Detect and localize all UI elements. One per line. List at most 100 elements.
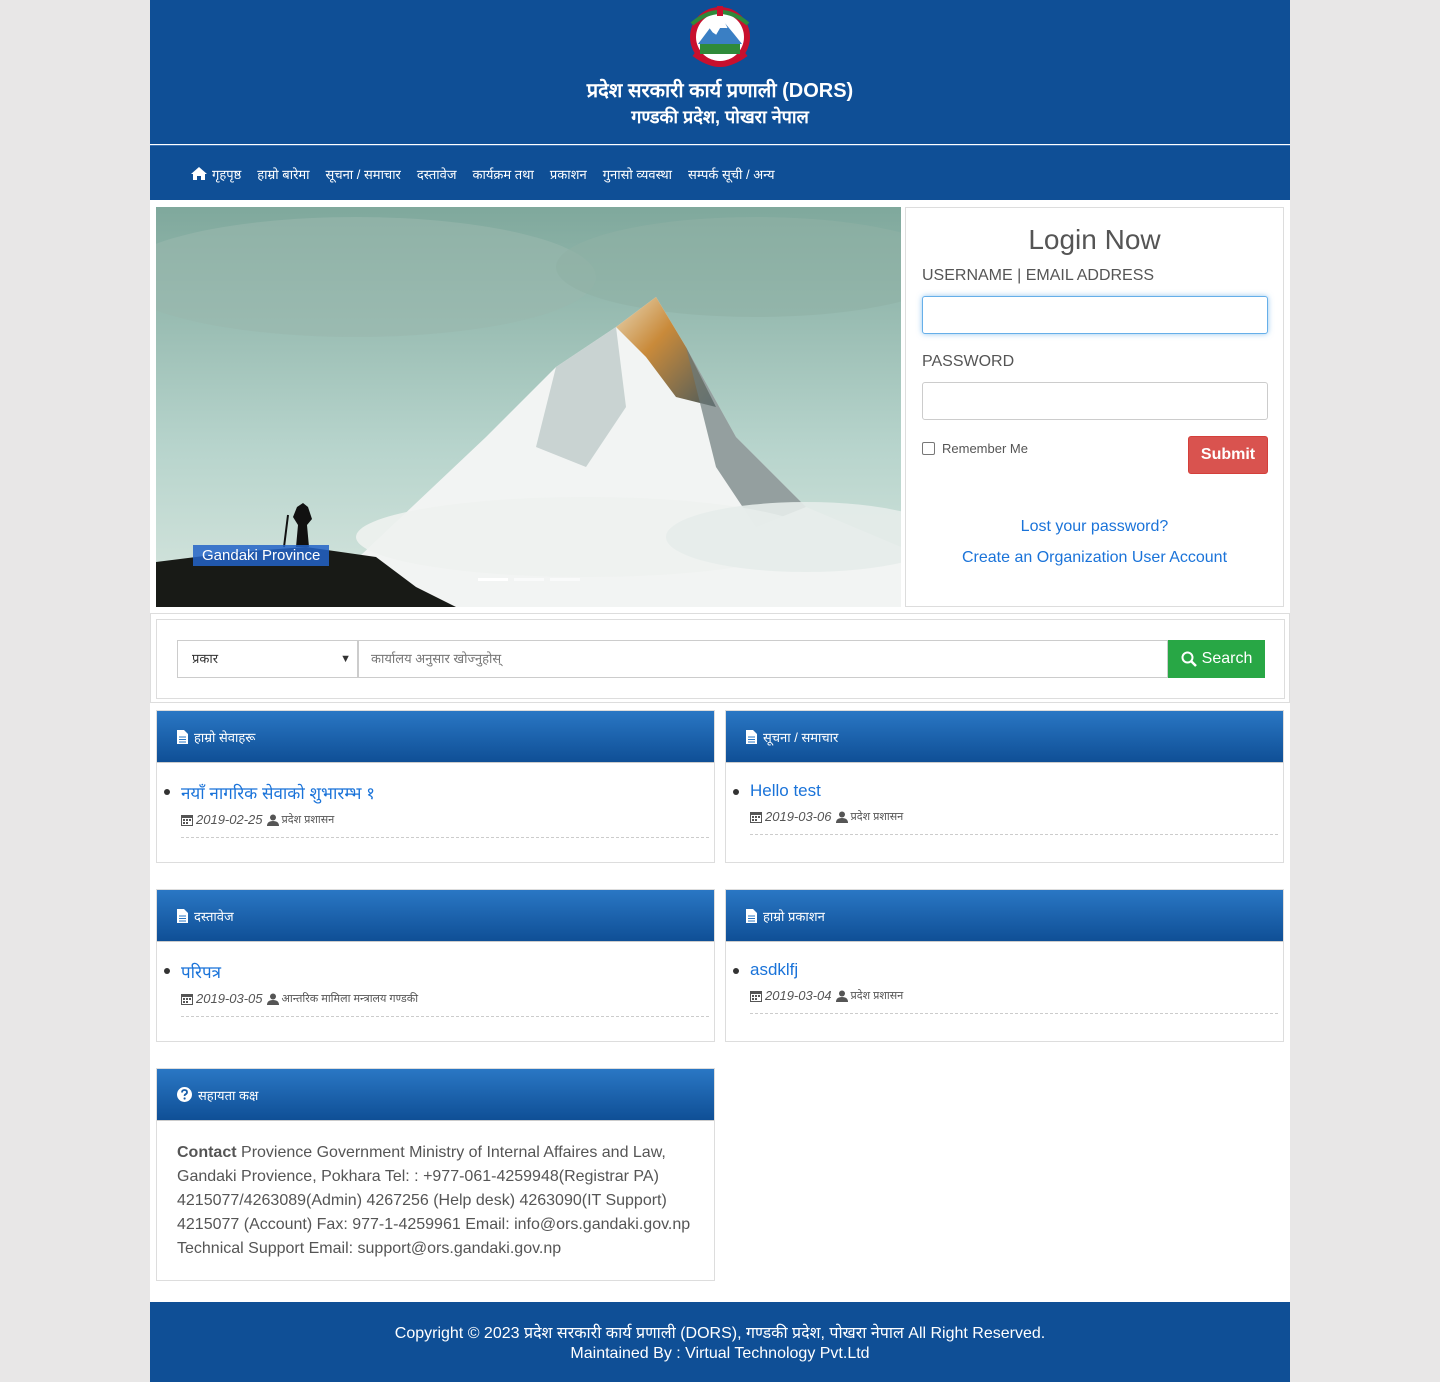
divider [750,1013,1278,1014]
notices-card: सूचना / समाचार Hello test 2019-03-06 प्र… [725,710,1284,863]
username-field[interactable] [922,296,1268,334]
calendar-icon [181,814,193,826]
calendar-icon [750,811,762,823]
username-label: USERNAME | EMAIL ADDRESS [922,267,1155,284]
remember-me-label: Remember Me [942,441,1028,456]
list-item-link[interactable]: परिपत्र [164,960,709,983]
search-panel: प्रकार ▼ कार्यालय अनुसार खोज्नुहोस् Sear… [150,613,1290,703]
nav-menu: गृहपृष्ठ हाम्रो बारेमा सूचना / समाचार दस… [190,146,791,201]
document-icon [177,729,188,744]
publications-card: हाम्रो प्रकाशन asdklfj 2019-03-04 प्रदेश… [725,889,1284,1042]
nav-item-contacts[interactable]: सम्पर्क सूची / अन्य [688,165,774,183]
item-date: 2019-03-06 [765,809,832,824]
type-select-value: प्रकार [192,651,219,666]
card-header: सहायता कक्ष [157,1069,714,1121]
search-icon [1181,651,1197,667]
site-subtitle: गण्डकी प्रदेश, पोखरा नेपाल [631,107,809,127]
card-title: हाम्रो प्रकाशन [763,908,825,924]
divider [181,837,709,838]
login-panel: Login Now USERNAME | EMAIL ADDRESS PASSW… [905,207,1284,607]
item-author-name: प्रदेश प्रशासन [850,811,904,823]
government-emblem-logo[interactable] [682,4,758,70]
create-account-link[interactable]: Create an Organization User Account [906,549,1283,567]
user-icon [835,990,848,1002]
search-button[interactable]: Search [1168,640,1265,678]
question-circle-icon [177,1087,192,1102]
search-bar: प्रकार ▼ कार्यालय अनुसार खोज्नुहोस् Sear… [156,619,1285,699]
user-icon [266,814,279,826]
item-date: 2019-03-05 [196,991,263,1006]
item-date: 2019-03-04 [765,988,832,1003]
calendar-icon [750,990,762,1002]
nav-item-label: गृहपृष्ठ [212,166,242,182]
type-select[interactable]: प्रकार ▼ [177,640,358,678]
home-icon [191,167,207,180]
documents-card: दस्तावेज परिपत्र 2019-03-05 आन्तरिक मामि… [156,889,715,1042]
item-author-name: प्रदेश प्रशासन [281,814,335,826]
item-author: प्रदेश प्रशासन [835,809,904,824]
nav-item-publications[interactable]: प्रकाशन [550,165,587,183]
contact-text: Provience Government Ministry of Interna… [177,1144,691,1257]
divider [750,834,1278,835]
item-author: प्रदेश प्रशासन [835,988,904,1003]
list-item-link[interactable]: asdklfj [733,960,1278,980]
card-body: परिपत्र 2019-03-05 आन्तरिक मामिला मन्त्र… [157,942,714,1017]
nav-item-programs[interactable]: कार्यक्रम तथा [473,165,534,183]
chevron-down-icon: ▼ [340,653,351,665]
page: प्रदेश सरकारी कार्य प्रणाली (DORS) गण्डक… [150,0,1290,1382]
card-title: सूचना / समाचार [763,729,839,745]
document-icon [177,908,188,923]
carousel-indicators [478,578,586,581]
services-card: हाम्रो सेवाहरू नयाँ नागरिक सेवाको शुभारम… [156,710,715,863]
card-title: दस्तावेज [194,908,234,924]
item-meta: 2019-02-25 प्रदेश प्रशासन [181,812,709,827]
image-carousel[interactable]: Gandaki Province [156,207,901,607]
item-date: 2019-02-25 [196,812,263,827]
item-author: आन्तरिक मामिला मन्त्रालय गण्डकी [266,991,418,1006]
site-header: प्रदेश सरकारी कार्य प्रणाली (DORS) गण्डक… [150,0,1290,144]
remember-me[interactable]: Remember Me [922,441,1028,456]
search-button-label: Search [1201,650,1253,667]
carousel-indicator[interactable] [478,578,508,581]
card-title: हाम्रो सेवाहरू [194,729,256,745]
site-title: प्रदेश सरकारी कार्य प्रणाली (DORS) [586,80,854,102]
list-item-link[interactable]: नयाँ नागरिक सेवाको शुभारम्भ १ [164,781,709,804]
card-title: सहायता कक्ष [198,1087,259,1103]
contact-info: Contact Provience Government Ministry of… [157,1121,714,1281]
main-navbar: गृहपृष्ठ हाम्रो बारेमा सूचना / समाचार दस… [150,145,1290,200]
nav-item-documents[interactable]: दस्तावेज [417,165,457,183]
maintained-by-text: Maintained By : Virtual Technology Pvt.L… [570,1345,870,1362]
copyright-text: Copyright © 2023 प्रदेश सरकारी कार्य प्र… [394,1325,1046,1342]
remember-me-checkbox[interactable] [922,442,935,455]
password-label: PASSWORD [922,353,1015,370]
carousel-indicator[interactable] [514,578,544,581]
document-icon [746,908,757,923]
slide-caption: Gandaki Province [193,545,330,566]
card-header: दस्तावेज [157,890,714,942]
password-field[interactable] [922,382,1268,420]
card-header: सूचना / समाचार [726,711,1283,763]
search-input[interactable]: कार्यालय अनुसार खोज्नुहोस् [358,640,1168,678]
user-icon [835,811,848,823]
calendar-icon [181,993,193,1005]
nav-item-grievance[interactable]: गुनासो व्यवस्था [603,165,672,183]
item-author: प्रदेश प्रशासन [266,812,335,827]
item-meta: 2019-03-06 प्रदेश प्रशासन [750,809,1278,824]
nav-item-about[interactable]: हाम्रो बारेमा [257,165,309,183]
submit-button[interactable]: Submit [1188,436,1268,474]
card-header: हाम्रो प्रकाशन [726,890,1283,942]
card-header: हाम्रो सेवाहरू [157,711,714,763]
site-footer: Copyright © 2023 प्रदेश सरकारी कार्य प्र… [150,1302,1290,1382]
card-body: नयाँ नागरिक सेवाको शुभारम्भ १ 2019-02-25… [157,763,714,838]
nav-item-notices[interactable]: सूचना / समाचार [326,165,401,183]
lost-password-link[interactable]: Lost your password? [906,518,1283,536]
contact-label: Contact [177,1144,237,1161]
user-icon [266,993,279,1005]
divider [181,1016,709,1017]
item-author-name: प्रदेश प्रशासन [850,990,904,1002]
carousel-indicator[interactable] [550,578,580,581]
nav-item-home[interactable]: गृहपृष्ठ [190,165,241,183]
item-meta: 2019-03-05 आन्तरिक मामिला मन्त्रालय गण्ड… [181,991,709,1006]
list-item-link[interactable]: Hello test [733,781,1278,801]
document-icon [746,729,757,744]
